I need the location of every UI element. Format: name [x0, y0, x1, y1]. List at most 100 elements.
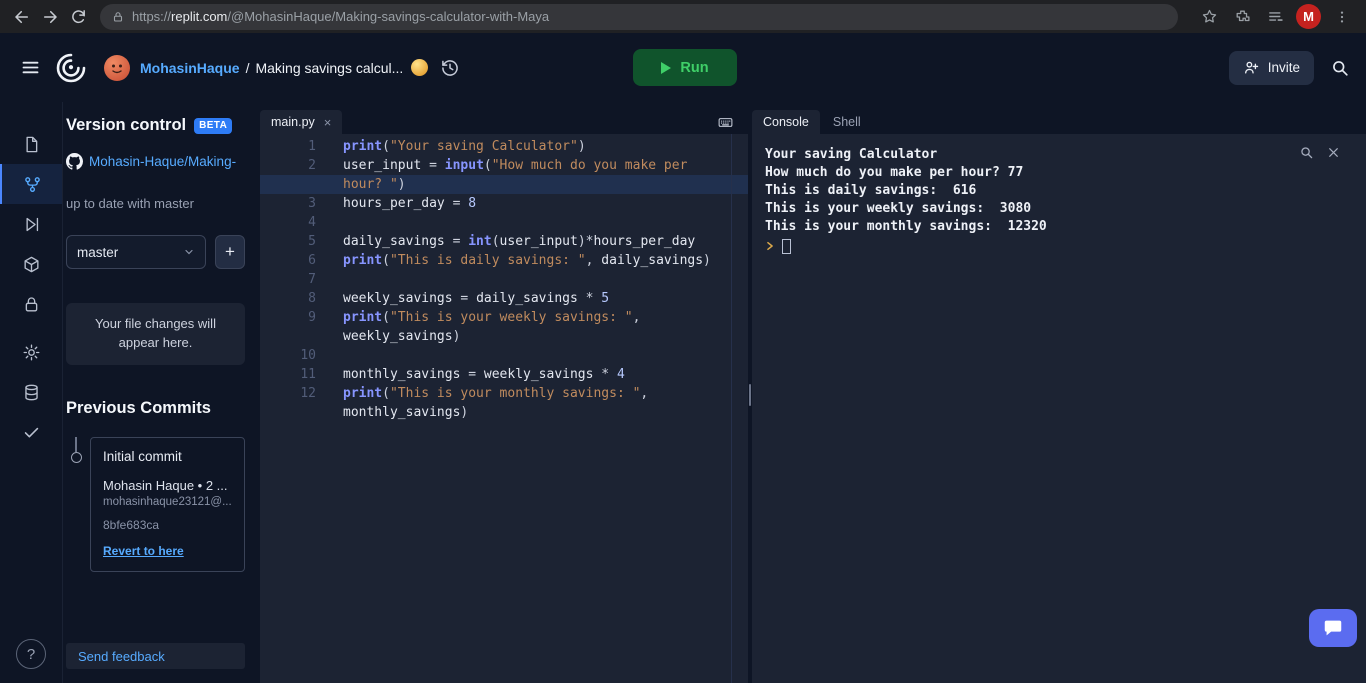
url-scheme: https:// [132, 9, 172, 24]
workspace: ? Version control BETA Mohasin-Haque/Mak… [0, 102, 1366, 683]
back-icon[interactable] [8, 3, 36, 31]
code-row[interactable]: 2 user_input = input("How much do you mak… [260, 156, 748, 175]
code-row[interactable]: 6 print("This is daily savings: ", daily_… [260, 251, 748, 270]
run-icon[interactable] [0, 204, 62, 244]
history-icon[interactable] [440, 58, 460, 78]
invite-button[interactable]: Invite [1228, 50, 1314, 85]
console-cursor [782, 238, 791, 254]
code-row[interactable]: 9 print("This is your weekly savings: ", [260, 308, 748, 327]
commit-message: Initial commit [103, 449, 182, 464]
address-bar[interactable]: https://replit.com/@MohasinHaque/Making-… [100, 3, 1178, 30]
browser-chrome: https://replit.com/@MohasinHaque/Making-… [0, 0, 1366, 33]
extensions-icon[interactable] [1230, 5, 1254, 29]
line-number: 12 [300, 386, 316, 401]
code-row[interactable]: 5 daily_savings = int(user_input)*hours_p… [260, 232, 748, 251]
line-number [260, 327, 316, 346]
browser-profile-avatar[interactable]: M [1296, 4, 1321, 29]
tab-main-py[interactable]: main.py × [260, 110, 343, 134]
line-number: 2 [308, 158, 316, 173]
line-number [260, 175, 316, 194]
checks-icon[interactable] [0, 412, 62, 452]
chat-button[interactable] [1309, 609, 1357, 647]
packages-icon[interactable] [0, 244, 62, 284]
add-branch-button[interactable]: + [215, 235, 245, 269]
chat-icon [1324, 620, 1342, 636]
search-icon[interactable] [1330, 58, 1350, 78]
shell-tab-label: Shell [832, 115, 861, 129]
cycles-icon[interactable] [411, 59, 429, 76]
hamburger-icon[interactable] [16, 54, 44, 82]
console-search-icon[interactable] [1299, 145, 1314, 160]
branch-name: master [77, 244, 119, 260]
code-row[interactable]: 4 [260, 213, 748, 232]
editor-pane: main.py × 1 print("Your saving Calculator… [260, 102, 748, 683]
invite-label: Invite [1267, 60, 1300, 75]
code-row[interactable]: 12 print("This is your monthly savings: "… [260, 384, 748, 403]
line-number: 10 [300, 348, 316, 363]
replit-logo[interactable] [54, 51, 88, 85]
editor-tabbar: main.py × [260, 110, 748, 134]
tab-shell[interactable]: Shell [820, 110, 874, 134]
tool-rail: ? [0, 102, 63, 683]
menu-kebab-icon[interactable] [1330, 5, 1354, 29]
run-label: Run [680, 59, 709, 76]
commit-card[interactable]: Initial commit Mohasin Haque • 2 ... moh… [90, 437, 245, 572]
repo-link[interactable]: Mohasin-Haque/Making- [89, 154, 236, 169]
code-row[interactable]: 1 print("Your saving Calculator") [260, 137, 748, 156]
code-editor[interactable]: 1 print("Your saving Calculator") 2 user_in… [260, 134, 748, 683]
commit-hash: 8bfe683ca [103, 518, 160, 532]
send-feedback-link[interactable]: Send feedback [66, 643, 245, 669]
console-line: This is daily savings: 616 [765, 183, 977, 198]
code-row[interactable]: weekly_savings) [260, 327, 748, 346]
console-line: This is your monthly savings: 12320 [765, 219, 1047, 234]
forward-icon[interactable] [36, 3, 64, 31]
console-prompt[interactable] [765, 237, 1350, 255]
help-icon[interactable]: ? [16, 639, 46, 669]
secrets-icon[interactable] [0, 284, 62, 324]
url-path: /@MohasinHaque/Making-savings-calculator… [227, 9, 550, 24]
close-tab-icon[interactable]: × [324, 115, 332, 130]
code-row[interactable]: hour? ") [260, 175, 748, 194]
breadcrumb-separator: / [245, 59, 250, 76]
version-control-icon[interactable] [0, 164, 62, 204]
keyboard-icon[interactable] [717, 114, 734, 131]
lock-icon [113, 11, 123, 22]
code-row[interactable]: monthly_savings) [260, 403, 748, 422]
tab-label: main.py [271, 115, 315, 129]
line-number: 4 [308, 215, 316, 230]
settings-icon[interactable] [0, 332, 62, 372]
console-line: How much do you make per hour? 77 [765, 165, 1024, 180]
panel-title: Version control [66, 116, 187, 134]
reload-icon[interactable] [64, 3, 92, 31]
line-number: 8 [308, 291, 316, 306]
console-tab-label: Console [763, 115, 809, 129]
run-button[interactable]: Run [633, 49, 737, 86]
user-avatar[interactable] [104, 54, 130, 81]
database-icon[interactable] [0, 372, 62, 412]
breadcrumb-username[interactable]: MohasinHaque [140, 60, 240, 76]
console-clear-icon[interactable] [1327, 146, 1340, 159]
sync-status: up to date with master [66, 196, 194, 211]
star-icon[interactable] [1197, 5, 1221, 29]
line-number: 3 [308, 196, 316, 211]
github-icon [66, 153, 83, 170]
tab-console[interactable]: Console [752, 110, 820, 134]
play-icon [661, 61, 672, 74]
line-number: 1 [308, 139, 316, 154]
prompt-chevron-icon [767, 241, 773, 251]
line-number: 6 [308, 253, 316, 268]
breadcrumb-project[interactable]: Making savings calcul... [255, 60, 403, 76]
console-tabbar: Console Shell [752, 110, 1366, 134]
reading-list-icon[interactable] [1263, 5, 1287, 29]
branch-dropdown[interactable]: master [66, 235, 206, 269]
code-row[interactable]: 10 [260, 346, 748, 365]
console-output-area[interactable]: Your saving Calculator How much do you ma… [752, 134, 1366, 683]
code-row[interactable]: 11 monthly_savings = weekly_savings * 4 [260, 365, 748, 384]
files-icon[interactable] [0, 124, 62, 164]
plus-glyph: + [225, 242, 235, 261]
revert-link[interactable]: Revert to here [103, 544, 184, 558]
previous-commits-heading: Previous Commits [66, 399, 211, 417]
code-row[interactable]: 8 weekly_savings = daily_savings * 5 [260, 289, 748, 308]
code-row[interactable]: 3 hours_per_day = 8 [260, 194, 748, 213]
code-row[interactable]: 7 [260, 270, 748, 289]
